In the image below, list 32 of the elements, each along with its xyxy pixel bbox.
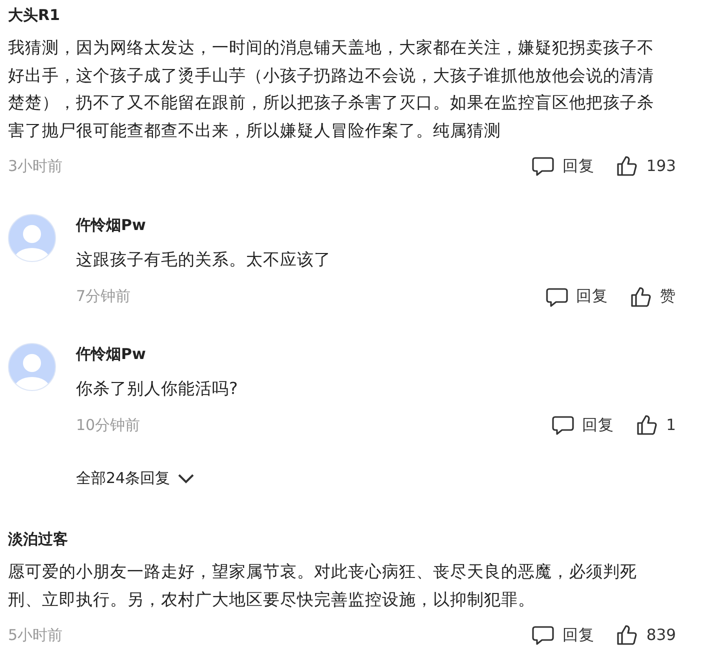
timestamp: 3小时前 <box>8 156 63 176</box>
username[interactable]: 仵怜烟Pw <box>76 342 146 364</box>
comment-text: 我猜测，因为网络太发达，一时间的消息铺天盖地，大家都在关注，嫌疑犯拐卖孩子不好出手，这个孩子成了烫手山芋（小孩子扔路边不会说，大孩子谁抓他放他会说的清清楚楚），扔不了又不能留在跟前，所以把孩子杀害了灭口。如果在监控盲区他把孩子杀害了抛尸很可能查都查不出来，所以嫌疑人冒险作案了。纯属猜测 <box>8 37 655 142</box>
comment-icon <box>552 414 574 436</box>
avatar-icon <box>8 342 56 390</box>
reply-button[interactable]: 回复 <box>532 155 594 177</box>
avatar-icon <box>8 214 56 262</box>
thumbs-up-icon <box>616 155 638 177</box>
reply-text: 这跟孩子有毛的关系。太不应该了 <box>76 249 332 271</box>
reply-text: 你杀了别人你能活吗? <box>76 378 239 400</box>
comment-icon <box>546 286 568 308</box>
username[interactable]: 淡泊过客 <box>8 528 68 550</box>
like-button[interactable]: 赞 <box>630 286 676 308</box>
reply-button[interactable]: 回复 <box>546 286 608 308</box>
like-button[interactable]: 1 <box>636 414 676 436</box>
chevron-down-icon <box>178 474 194 484</box>
comment-icon <box>532 624 554 646</box>
thumbs-up-icon <box>630 286 652 308</box>
thumbs-up-icon <box>616 624 638 646</box>
like-button[interactable]: 193 <box>616 155 676 177</box>
comment-text: 愿可爱的小朋友一路走好，望家属节哀。对此丧心病狂、丧尽天良的恶魔，必须判死刑、立即执行。另，农村广大地区要尽快完善监控设施，以抑制犯罪。 <box>8 561 638 610</box>
thumbs-up-icon <box>636 414 658 436</box>
timestamp: 7分钟前 <box>76 287 131 306</box>
username[interactable]: 仵怜烟Pw <box>76 214 146 236</box>
like-button[interactable]: 839 <box>616 624 676 646</box>
username[interactable]: 大头R1 <box>8 4 60 26</box>
more-replies-button[interactable]: 全部24条回复 <box>76 469 194 488</box>
timestamp: 10分钟前 <box>76 416 140 434</box>
reply-button[interactable]: 回复 <box>532 624 594 646</box>
timestamp: 5小时前 <box>8 626 63 644</box>
reply-button[interactable]: 回复 <box>552 414 614 436</box>
comment-icon <box>532 155 554 177</box>
